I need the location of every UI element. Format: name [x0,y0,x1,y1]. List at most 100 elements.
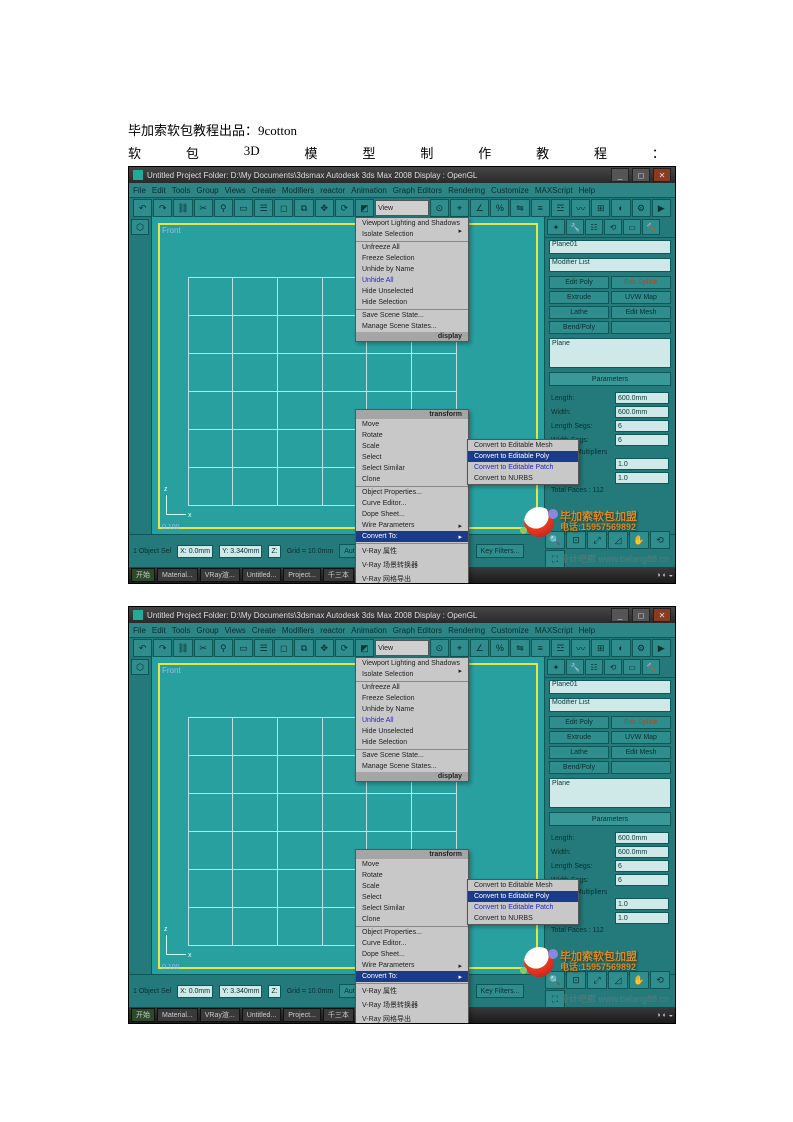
ref-coord-dropdown[interactable]: View [375,640,429,656]
cm-item[interactable]: Viewport Lighting and Shadows▸ [356,218,468,229]
mod-btn[interactable] [611,761,671,774]
menu-reactor[interactable]: reactor [320,626,345,635]
display-tab-icon[interactable]: ▭ [623,219,641,235]
cm-item[interactable]: Rotate [356,430,468,441]
cm-item[interactable]: Select [356,892,468,903]
redo-icon[interactable]: ↷ [153,639,172,657]
undo-icon[interactable]: ↶ [133,639,152,657]
render-setup-icon[interactable]: ⚙ [632,199,651,217]
orbit-icon[interactable]: ⟲ [650,971,670,989]
menu-file[interactable]: File [133,626,146,635]
start-button[interactable]: 开始 [131,1008,155,1022]
percent-snap-icon[interactable]: % [490,199,509,217]
menu-views[interactable]: Views [225,186,246,195]
mod-btn[interactable]: Edit Mesh [611,746,671,759]
menu-create[interactable]: Create [252,626,276,635]
cm-item[interactable]: Viewport Lighting and Shadows▸ [356,658,468,669]
mirror-icon[interactable]: ⇋ [510,639,529,657]
mod-btn[interactable]: Bend/Poly [549,761,609,774]
cm-item[interactable]: Convert to Editable Mesh [468,440,578,451]
layers-icon[interactable]: ☲ [551,639,570,657]
cm-item[interactable]: Object Properties... [356,926,468,938]
layers-icon[interactable]: ☲ [551,199,570,217]
utilities-tab-icon[interactable]: 🔨 [642,219,660,235]
cm-item[interactable]: Clone [356,914,468,925]
cm-item[interactable]: Unhide by Name [356,704,468,715]
scale-icon[interactable]: ◩ [355,199,374,217]
mirror-icon[interactable]: ⇋ [510,199,529,217]
cm-item[interactable]: V-Ray 网格导出 [356,1012,468,1024]
x-field[interactable]: X: 0.0mm [177,985,213,998]
move-icon[interactable]: ✥ [315,199,334,217]
z-field[interactable]: Z: [268,545,280,558]
cm-item[interactable]: Freeze Selection [356,693,468,704]
bind-icon[interactable]: ⚲ [214,199,233,217]
link-icon[interactable]: ⛓ [173,199,192,217]
curve-editor-icon[interactable]: 〰 [571,639,590,657]
display-tab-icon[interactable]: ▭ [623,659,641,675]
cm-item[interactable]: Select [356,452,468,463]
select-name-icon[interactable]: ☰ [254,639,273,657]
cm-item[interactable]: Move [356,859,468,870]
cm-item[interactable]: Unhide All [356,715,468,726]
menu-create[interactable]: Create [252,186,276,195]
mod-btn[interactable] [611,321,671,334]
material-icon[interactable]: ◐ [611,199,630,217]
pivot-icon[interactable]: ⊙ [430,199,449,217]
angle-snap-icon[interactable]: ∠ [470,639,489,657]
cm-item[interactable]: Move [356,419,468,430]
modifier-list-dropdown[interactable]: Modifier List [549,258,671,272]
start-button[interactable]: 开始 [131,568,155,582]
taskbar-item[interactable]: Material... [157,1008,198,1022]
cm-item[interactable]: V-Ray 属性 [356,983,468,998]
mod-btn[interactable]: Lathe [549,306,609,319]
pivot-icon[interactable]: ⊙ [430,639,449,657]
cm-item[interactable]: Manage Scene States... [356,761,468,772]
hierarchy-tab-icon[interactable]: ☷ [585,219,603,235]
cm-item[interactable]: Dope Sheet... [356,509,468,520]
cm-item[interactable]: Hide Unselected [356,286,468,297]
schematic-icon[interactable]: ⊞ [591,199,610,217]
cm-item[interactable]: Scale [356,441,468,452]
menu-graph-editors[interactable]: Graph Editors [393,626,442,635]
menu-file[interactable]: File [133,186,146,195]
cm-item[interactable]: Convert to Editable Patch [468,462,578,473]
params-rollout-header[interactable]: Parameters [549,372,671,386]
mod-btn[interactable]: Edit Spline [611,276,671,289]
cm-item[interactable]: Save Scene State... [356,749,468,761]
cm-item[interactable]: Hide Selection [356,737,468,748]
unlink-icon[interactable]: ✂ [194,199,213,217]
menu-views[interactable]: Views [225,626,246,635]
wsegs-spinner[interactable]: 6 [615,434,669,446]
menu-modifiers[interactable]: Modifiers [282,186,314,195]
minimize-button[interactable]: _ [611,168,629,182]
select-name-icon[interactable]: ☰ [254,199,273,217]
cm-item-convert-to[interactable]: Convert To:▸ [356,971,468,982]
menu-rendering[interactable]: Rendering [448,186,485,195]
cm-item-editable-poly[interactable]: Convert to Editable Poly [468,891,578,902]
mod-btn[interactable]: UVW Map [611,731,671,744]
cm-item[interactable]: V-Ray 场景转换器 [356,998,468,1012]
snap-icon[interactable]: ⌖ [450,199,469,217]
viewport[interactable]: Front xz 0.100 [152,657,544,975]
length-spinner[interactable]: 600.0mm [615,392,669,404]
utilities-tab-icon[interactable]: 🔨 [642,659,660,675]
menu-animation[interactable]: Animation [351,186,387,195]
mod-btn[interactable]: Edit Poly [549,276,609,289]
cm-item[interactable]: Rotate [356,870,468,881]
menu-edit[interactable]: Edit [152,626,166,635]
scale-spinner[interactable]: 1.0 [615,898,669,910]
rotate-icon[interactable]: ⟳ [335,199,354,217]
align-icon[interactable]: ≡ [531,199,550,217]
cm-item[interactable]: Unhide by Name [356,264,468,275]
width-spinner[interactable]: 600.0mm [615,846,669,858]
cm-item[interactable]: Curve Editor... [356,498,468,509]
ref-coord-dropdown[interactable]: View [375,200,429,216]
align-icon[interactable]: ≡ [531,639,550,657]
curve-editor-icon[interactable]: 〰 [571,199,590,217]
cm-item[interactable]: Convert to Editable Patch [468,902,578,913]
cm-item[interactable]: Wire Parameters▸ [356,520,468,531]
menu-customize[interactable]: Customize [491,626,529,635]
mod-btn[interactable]: Edit Mesh [611,306,671,319]
select-rect-icon[interactable]: ◻ [274,199,293,217]
